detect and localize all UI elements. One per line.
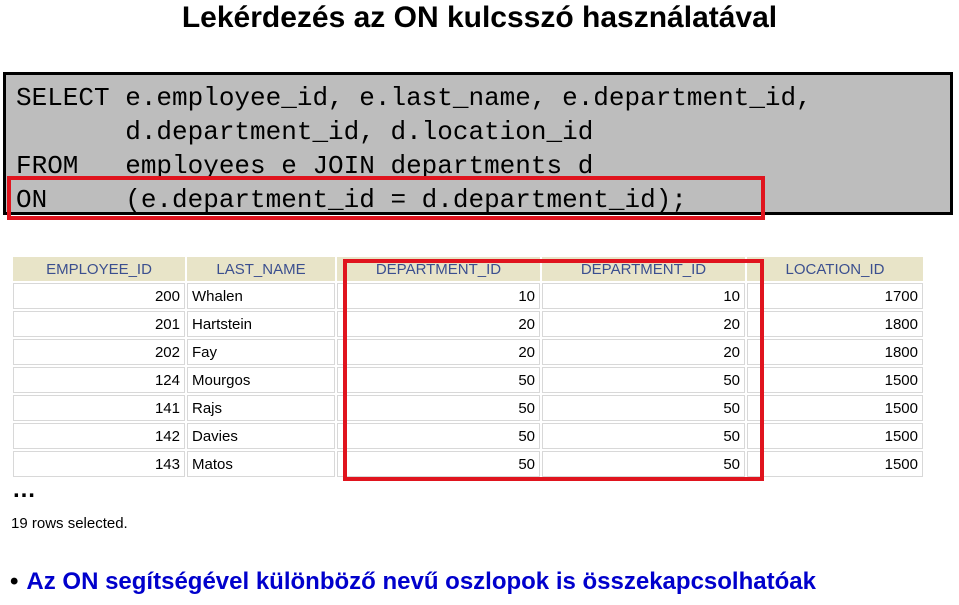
bullet-point: • Az ON segítségével különböző nevű oszlo…	[10, 568, 816, 596]
header-location-id: LOCATION_ID	[747, 257, 923, 281]
cell-last-name: Matos	[187, 451, 335, 477]
department-id-columns-highlight	[343, 259, 764, 481]
cell-employee-id: 200	[13, 283, 185, 309]
cell-employee-id: 202	[13, 339, 185, 365]
bullet-icon: •	[10, 568, 19, 595]
header-employee-id: EMPLOYEE_ID	[13, 257, 185, 281]
cell-last-name: Rajs	[187, 395, 335, 421]
rows-selected-text: 19 rows selected.	[11, 515, 128, 532]
on-clause-highlight	[7, 176, 765, 220]
ellipsis: …	[12, 476, 36, 503]
cell-location-id: 1700	[747, 283, 923, 309]
cell-location-id: 1800	[747, 339, 923, 365]
cell-last-name: Mourgos	[187, 367, 335, 393]
cell-last-name: Hartstein	[187, 311, 335, 337]
cell-location-id: 1500	[747, 423, 923, 449]
slide-title: Lekérdezés az ON kulcsszó használatával	[181, 1, 778, 34]
cell-employee-id: 143	[13, 451, 185, 477]
cell-last-name: Whalen	[187, 283, 335, 309]
cell-employee-id: 124	[13, 367, 185, 393]
cell-location-id: 1500	[747, 451, 923, 477]
cell-location-id: 1500	[747, 395, 923, 421]
cell-employee-id: 142	[13, 423, 185, 449]
sql-line-columns: d.department_id, d.location_id	[16, 117, 594, 147]
cell-employee-id: 201	[13, 311, 185, 337]
cell-last-name: Fay	[187, 339, 335, 365]
cell-location-id: 1500	[747, 367, 923, 393]
cell-last-name: Davies	[187, 423, 335, 449]
bullet-text: Az ON segítségével különböző nevű oszlop…	[26, 568, 816, 595]
cell-employee-id: 141	[13, 395, 185, 421]
sql-line-select: SELECT e.employee_id, e.last_name, e.dep…	[16, 83, 812, 113]
cell-location-id: 1800	[747, 311, 923, 337]
header-last-name: LAST_NAME	[187, 257, 335, 281]
